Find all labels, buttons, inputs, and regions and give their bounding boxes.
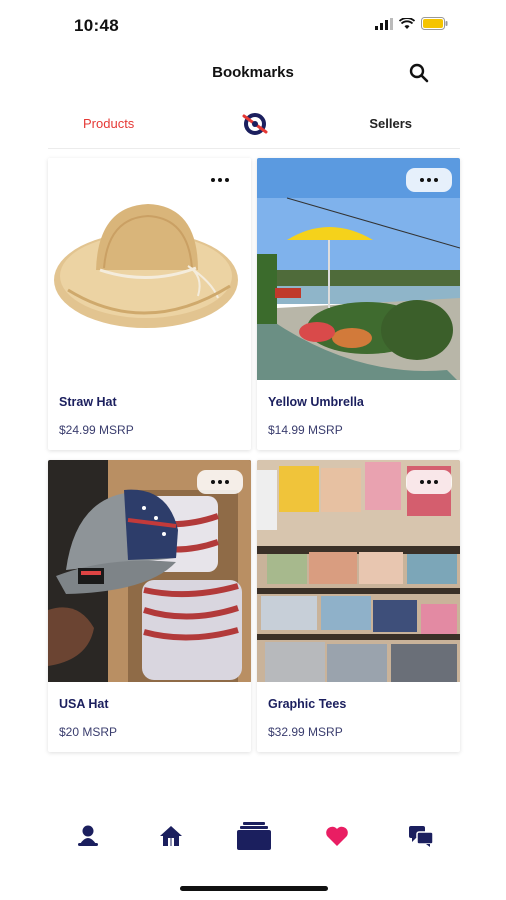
status-time: 10:48 xyxy=(74,16,119,35)
product-card[interactable]: Yellow Umbrella $14.99 MSRP xyxy=(257,158,460,450)
status-bar: 10:48 xyxy=(0,0,506,50)
product-card[interactable]: Graphic Tees $32.99 MSRP xyxy=(257,460,460,752)
nav-bookmarks[interactable] xyxy=(236,822,272,850)
home-icon xyxy=(160,826,182,846)
product-title: Straw Hat xyxy=(59,395,117,409)
tab-sellers[interactable]: Sellers xyxy=(369,116,412,131)
product-price: $24.99 MSRP xyxy=(59,423,134,437)
product-card[interactable]: USA Hat $20 MSRP xyxy=(48,460,251,752)
brand-logo-icon xyxy=(241,110,269,138)
nav-messages[interactable] xyxy=(406,822,436,850)
nav-favorites[interactable] xyxy=(322,822,352,850)
profile-icon xyxy=(78,825,98,846)
search-icon xyxy=(409,63,429,83)
tab-products[interactable]: Products xyxy=(83,116,134,131)
nav-profile[interactable] xyxy=(73,822,103,850)
signal-icon xyxy=(375,17,393,30)
more-options-button[interactable] xyxy=(197,168,243,192)
tab-bar: Products Sellers xyxy=(48,110,460,142)
chat-icon xyxy=(409,826,434,847)
wifi-icon xyxy=(399,17,415,29)
nav-home[interactable] xyxy=(156,822,186,850)
heart-icon xyxy=(326,826,348,846)
header: Bookmarks xyxy=(0,58,506,88)
search-button[interactable] xyxy=(408,62,430,84)
home-indicator xyxy=(180,886,328,891)
product-title: Graphic Tees xyxy=(268,697,347,711)
tabs-divider xyxy=(48,148,460,149)
product-price: $14.99 MSRP xyxy=(268,423,343,437)
page-title: Bookmarks xyxy=(212,64,294,81)
product-title: USA Hat xyxy=(59,697,109,711)
product-price: $20 MSRP xyxy=(59,725,118,739)
status-icons xyxy=(375,17,448,30)
product-price: $32.99 MSRP xyxy=(268,725,343,739)
more-options-button[interactable] xyxy=(406,168,452,192)
bookmarks-icon xyxy=(237,822,271,850)
product-title: Yellow Umbrella xyxy=(268,395,364,409)
more-options-button[interactable] xyxy=(197,470,243,494)
product-card[interactable]: Straw Hat $24.99 MSRP xyxy=(48,158,251,450)
bottom-nav xyxy=(0,818,506,854)
battery-icon xyxy=(421,17,448,30)
more-options-button[interactable] xyxy=(406,470,452,494)
